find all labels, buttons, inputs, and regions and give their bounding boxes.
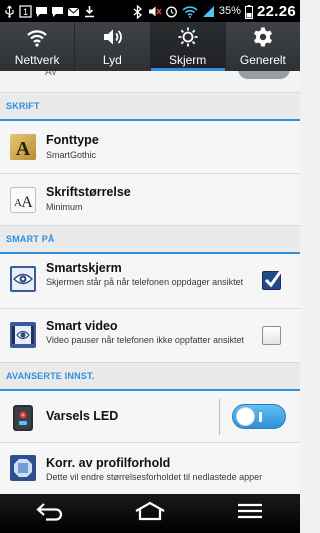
setting-subtitle: SmartGothic [46,150,97,160]
message-icon [35,5,48,18]
switch-knob [236,407,255,426]
menu-button[interactable] [200,494,300,533]
notification-led-switch[interactable] [232,404,286,429]
section-header-smart: SMART PÅ [0,226,300,254]
settings-tabs: Nettverk Lyd Skjerm Generelt [0,22,300,71]
wifi-icon [26,26,48,51]
toggle-switch[interactable] [238,71,290,79]
setting-fonttype[interactable]: A Fonttype SmartGothic [0,121,300,174]
setting-smart-screen[interactable]: Smartskjerm Skjermen står på når telefon… [0,254,300,309]
message-icon [51,5,64,18]
setting-smart-video[interactable]: Smart video Video pauser når telefonen i… [0,309,300,363]
tab-label: Skjerm [168,53,207,67]
battery-percent: 35% [218,5,241,17]
switch-on-indicator [259,412,262,422]
tab-label: Lyd [102,53,122,67]
smart-screen-icon [10,266,36,292]
mute-icon [148,5,162,18]
brightness-icon [177,26,199,51]
setting-aspect-ratio[interactable]: Korr. av profilforhold Dette vil endre s… [0,443,300,494]
tab-network[interactable]: Nettverk [0,22,76,71]
tab-label: Generelt [239,53,286,67]
download-icon [83,5,96,18]
smart-screen-checkbox[interactable] [262,270,282,290]
setting-subtitle: Minimum [46,202,83,212]
setting-title: Fonttype [46,133,99,147]
section-header-font: SKRIFT [0,93,300,121]
status-bar: 1 35% 22.26 [0,0,300,22]
gear-icon [252,26,274,51]
clock: 22.26 [256,2,296,20]
svg-text:A: A [16,138,31,160]
setting-title: Smart video [46,319,118,333]
setting-value: Av [45,71,57,78]
font-size-icon: AA [10,187,36,213]
usb-icon [3,5,16,18]
speaker-icon [101,26,123,51]
aspect-ratio-icon [10,455,36,481]
smart-video-icon [10,322,36,348]
menu-icon [236,502,264,525]
signal-icon [202,5,215,18]
svg-text:A: A [21,194,33,211]
divider [219,399,220,435]
alarm-icon [165,5,178,18]
home-icon [133,501,167,526]
setting-title: Smartskjerm [46,261,122,275]
settings-list[interactable]: Av SKRIFT A Fonttype SmartGothic AA Skri… [0,71,300,494]
setting-title: Varsels LED [46,409,119,423]
email-icon [67,5,80,18]
smart-video-checkbox[interactable] [262,326,281,345]
bluetooth-icon [131,4,144,19]
setting-subtitle: Video pauser når telefonen ikke oppfatte… [46,335,244,345]
battery-icon [244,4,253,19]
tab-display[interactable]: Skjerm [150,22,226,71]
setting-title: Skriftstørrelse [46,185,131,199]
partial-setting-row[interactable]: Av [0,71,300,93]
led-icon [10,405,36,431]
tab-sound[interactable]: Lyd [75,22,151,71]
setting-notification-led[interactable]: Varsels LED [0,391,300,443]
wifi-icon [182,5,198,18]
back-icon [34,501,66,526]
notification-icon: 1 [19,4,32,18]
tab-label: Nettverk [14,53,60,67]
home-button[interactable] [100,494,200,533]
back-button[interactable] [0,494,100,533]
section-header-advanced: AVANSERTE INNST. [0,363,300,391]
svg-text:1: 1 [23,7,28,17]
navigation-bar [0,494,300,533]
setting-subtitle: Dette vil endre størrelsesforholdet til … [46,472,263,482]
setting-font-size[interactable]: AA Skriftstørrelse Minimum [0,174,300,226]
setting-subtitle: Skjermen står på når telefonen oppdager … [46,277,244,287]
setting-title: Korr. av profilforhold [46,456,171,470]
font-type-icon: A [10,134,36,160]
tab-general[interactable]: Generelt [226,22,300,71]
